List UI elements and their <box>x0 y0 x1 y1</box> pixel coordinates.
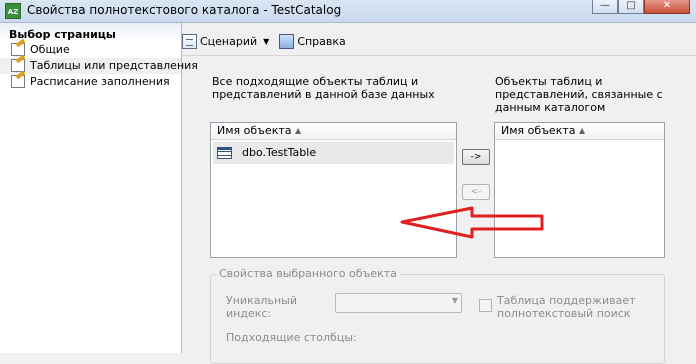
toolbar-divider <box>182 55 696 56</box>
unique-index-label: Уникальный индекс: <box>226 294 297 320</box>
label-line: Уникальный <box>226 294 297 307</box>
script-icon <box>182 33 197 49</box>
sort-ascending-icon: ▲ <box>295 126 302 135</box>
window-title: Свойства полнотекстового каталога - Test… <box>27 3 342 17</box>
script-button[interactable]: Сценарий ▼ <box>182 33 269 49</box>
sidebar-item-label: Общие <box>30 43 70 56</box>
window-controls: — □ ✕ <box>592 0 690 16</box>
sidebar-item-tables-or-views[interactable]: Таблицы или представления <box>0 58 198 74</box>
remove-object-button[interactable]: <- <box>462 184 490 200</box>
close-button[interactable]: ✕ <box>644 0 690 14</box>
page-selector-pane: Выбор страницы Общие Таблицы или предста… <box>0 23 198 353</box>
sort-ascending-icon: ▲ <box>579 126 586 135</box>
chevron-down-icon[interactable]: ▼ <box>263 37 269 46</box>
supports-fulltext-label: Таблица поддерживает полнотекстовый поис… <box>497 294 636 320</box>
column-header-object-name[interactable]: Имя объекта ▲ <box>211 123 456 140</box>
sidebar-item-label: Расписание заполнения <box>30 75 170 88</box>
label-line: Таблица поддерживает <box>497 294 636 307</box>
caption-line: Все подходящие объекты таблиц и <box>212 75 419 88</box>
supports-fulltext-checkbox[interactable] <box>479 299 492 312</box>
script-label: Сценарий <box>200 34 258 48</box>
minimize-button[interactable]: — <box>592 0 618 14</box>
page-selector-header: Выбор страницы <box>0 23 181 42</box>
column-header-label: Имя объекта <box>217 124 292 137</box>
object-name: dbo.TestTable <box>242 146 317 159</box>
help-icon <box>279 33 295 49</box>
eligible-columns-label: Подходящие столбцы: <box>226 331 357 344</box>
unique-index-select[interactable]: ▼ <box>335 293 462 313</box>
maximize-button[interactable]: □ <box>618 0 644 14</box>
caption-line: данным каталогом <box>495 101 606 114</box>
list-item[interactable]: dbo.TestTable <box>213 142 454 164</box>
sidebar-item-population-schedule[interactable]: Расписание заполнения <box>0 74 181 90</box>
caption-line: представлений, связанные с <box>495 88 663 101</box>
toolbar: Сценарий ▼ Справка <box>182 30 356 52</box>
group-title: Свойства выбранного объекта <box>216 267 400 280</box>
caption-line: представлений в данной базе данных <box>212 88 435 101</box>
sidebar-item-label: Таблицы или представления <box>30 59 198 72</box>
caption-line: Объекты таблиц и <box>495 75 603 88</box>
title-bar: AZ Свойства полнотекстового каталога - T… <box>0 0 696 23</box>
table-icon <box>217 147 232 159</box>
annotation-arrow-shape <box>400 206 544 239</box>
page-icon <box>11 75 25 88</box>
annotation-arrow <box>400 206 544 239</box>
available-objects-caption: Все подходящие объекты таблиц и представ… <box>212 75 435 101</box>
help-label: Справка <box>297 34 346 48</box>
assigned-objects-caption: Объекты таблиц и представлений, связанны… <box>495 75 663 114</box>
label-line: полнотекстовый поиск <box>497 307 631 320</box>
label-line: индекс: <box>226 307 272 320</box>
app-icon: AZ <box>5 3 21 19</box>
chevron-down-icon: ▼ <box>451 296 458 305</box>
column-header-label: Имя объекта <box>501 124 576 137</box>
column-header-object-name[interactable]: Имя объекта ▲ <box>495 123 664 140</box>
add-object-button[interactable]: -> <box>462 149 490 165</box>
help-button[interactable]: Справка <box>279 33 346 49</box>
sidebar-item-general[interactable]: Общие <box>0 42 181 58</box>
